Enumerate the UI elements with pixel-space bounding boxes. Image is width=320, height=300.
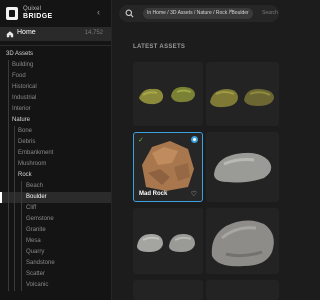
tree-item-label: Sandstone (26, 260, 55, 266)
tree-item-volcanic[interactable]: Volcanic (0, 280, 111, 291)
tree-item-label: Bone (18, 128, 33, 134)
asset-name: Mad Rock (139, 191, 168, 197)
tree-item-label: Cliff (26, 205, 37, 211)
sidebar-item-home[interactable]: Home 14,752 (0, 27, 111, 41)
tree-item-interior[interactable]: Interior (0, 104, 111, 115)
tree-item-label: Quarry (26, 249, 45, 255)
tree-item-label: Granite (26, 227, 46, 233)
mossy-rocks-thumbnail (210, 88, 274, 108)
sidebar-divider (0, 45, 111, 46)
asset-tile[interactable] (133, 62, 203, 126)
tree-item-quarry[interactable]: Quarry (0, 247, 111, 258)
tree-item-label: Scatter (26, 271, 46, 277)
home-icon (6, 31, 14, 38)
tree-guide-line (14, 126, 15, 291)
search-icon (125, 9, 134, 18)
gray-boulder-thumbnail (214, 152, 272, 183)
tree-guide-line (8, 60, 9, 291)
tree-item-label: Building (12, 62, 34, 68)
section-title: LATEST ASSETS (133, 44, 186, 50)
tree-item-label: Industrial (12, 95, 37, 101)
top-bar: In Home / 3D Assets / Nature / Rock / Bo… (113, 0, 279, 28)
tree-item-building[interactable]: Building (0, 60, 111, 71)
tree-item-industrial[interactable]: Industrial (0, 93, 111, 104)
tree-item-mesa[interactable]: Mesa (0, 236, 111, 247)
tree-item-label: Mesa (26, 238, 41, 244)
tree-item-boulder[interactable]: Boulder (0, 192, 111, 203)
tree-item-label: Embankment (18, 150, 54, 156)
brand-name-line2: BRIDGE (23, 13, 53, 20)
tree-item-label: Mushroom (18, 161, 47, 167)
tree-item-sandstone[interactable]: Sandstone (0, 258, 111, 269)
tree-item-embankment[interactable]: Embankment (0, 148, 111, 159)
asset-tile[interactable] (133, 208, 203, 274)
brand-name-line1: Quixel (23, 6, 42, 12)
tree-item-beach[interactable]: Beach (0, 181, 111, 192)
tree-guide-line (21, 181, 22, 291)
large-boulder-thumbnail (211, 220, 274, 267)
tree-item-food[interactable]: Food (0, 71, 111, 82)
tree-item-label: 3D Assets (6, 51, 34, 57)
search-input[interactable]: Search (262, 10, 278, 16)
tree-item-label: Nature (12, 117, 31, 123)
search-scope-chip-label: In Home / 3D Assets / Nature / Rock / Bo… (147, 10, 249, 16)
quixel-logo-icon (6, 6, 18, 20)
gray-rocks-thumbnail (137, 234, 195, 252)
tree-item-mushroom[interactable]: Mushroom (0, 159, 111, 170)
heart-icon[interactable]: ♡ (191, 190, 197, 198)
tree-item-granite[interactable]: Granite (0, 225, 111, 236)
asset-tile[interactable] (206, 62, 279, 126)
tree-item-label: Interior (12, 106, 31, 112)
tree-item-label: Historical (12, 84, 37, 90)
brand-logo: Quixel BRIDGE (6, 6, 53, 20)
close-icon[interactable]: × (229, 9, 233, 15)
tree-item-label: Boulder (26, 194, 47, 200)
collapse-sidebar-icon[interactable]: ‹ (97, 7, 100, 17)
tree-item-label: Volcanic (26, 282, 49, 288)
asset-tile[interactable] (206, 132, 279, 202)
tree-item-label: Debris (18, 139, 36, 145)
mossy-rocks-thumbnail (139, 86, 195, 105)
search-bar[interactable]: In Home / 3D Assets / Nature / Rock / Bo… (119, 5, 279, 22)
info-badge-icon[interactable] (191, 136, 198, 143)
sidebar: Quixel BRIDGE ‹ Home 14,752 3D Assets Bui… (0, 0, 112, 300)
tree-item-rock[interactable]: Rock (0, 170, 111, 181)
tree-item-cliff[interactable]: Cliff (0, 203, 111, 214)
asset-tile[interactable] (206, 208, 279, 274)
tree-item-scatter[interactable]: Scatter (0, 269, 111, 280)
tree-item-label: Gemstone (26, 216, 54, 222)
tree-item-historical[interactable]: Historical (0, 82, 111, 93)
check-icon: ✓ (138, 137, 144, 144)
home-label: Home (17, 29, 36, 36)
tree-item-nature[interactable]: Nature (0, 115, 111, 126)
tree-item-debris[interactable]: Debris (0, 137, 111, 148)
tree-item-3d-assets[interactable]: 3D Assets (0, 49, 111, 60)
tree-item-bone[interactable]: Bone (0, 126, 111, 137)
search-scope-chip[interactable]: In Home / 3D Assets / Nature / Rock / Bo… (143, 8, 253, 19)
tree-item-gemstone[interactable]: Gemstone (0, 214, 111, 225)
tree-item-label: Beach (26, 183, 44, 189)
asset-tile[interactable] (206, 280, 279, 300)
asset-tile[interactable] (133, 280, 203, 300)
tree-item-label: Rock (18, 172, 32, 178)
home-count: 14,752 (84, 30, 103, 36)
tree-item-label: Food (12, 73, 26, 79)
asset-tile-selected[interactable]: ✓ Mad Rock ♡ (133, 132, 203, 202)
